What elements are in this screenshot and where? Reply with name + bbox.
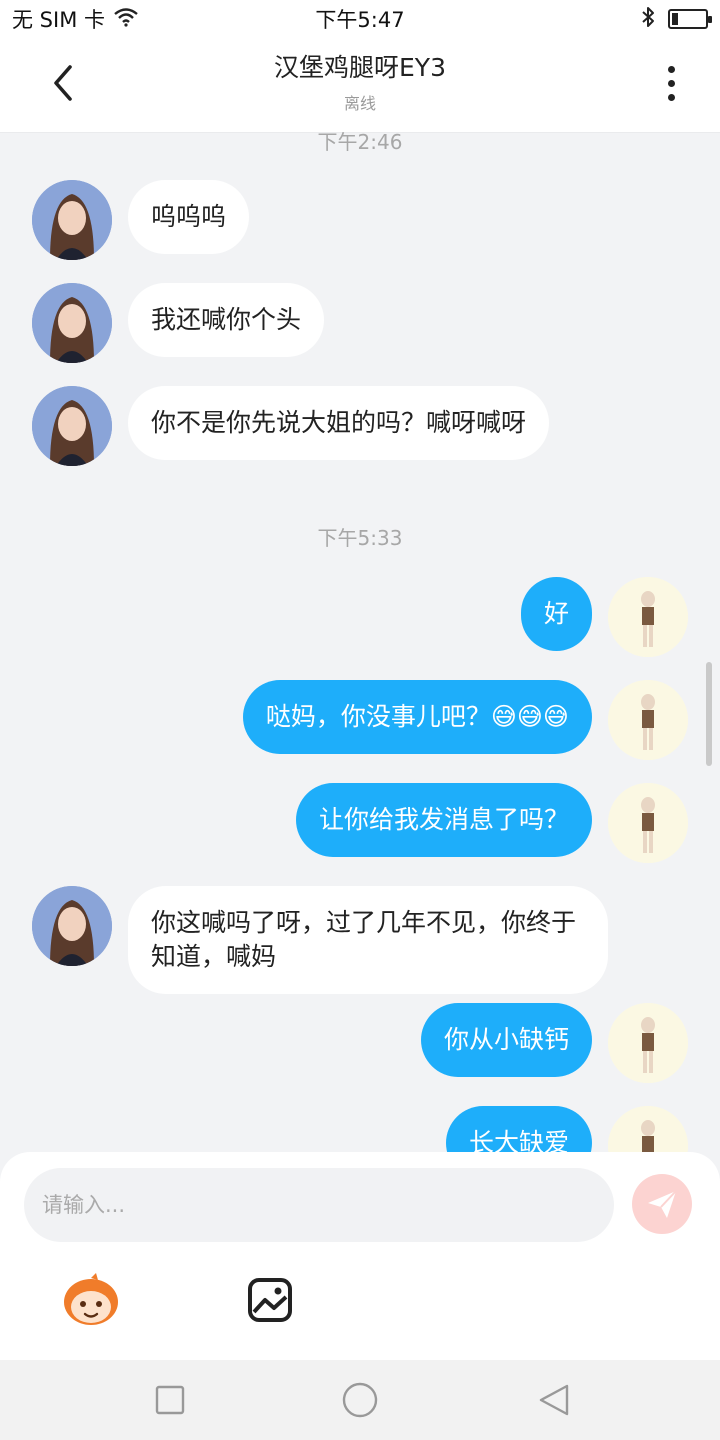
- status-right: [640, 6, 712, 33]
- my-avatar[interactable]: [608, 783, 688, 863]
- back-icon: [54, 65, 72, 101]
- message-bubble[interactable]: 好: [520, 577, 592, 651]
- more-icon-dot: [667, 93, 675, 101]
- my-avatar[interactable]: [608, 1003, 688, 1083]
- image-button[interactable]: [246, 1276, 294, 1324]
- message-bubble[interactable]: 你这喊吗了呀，过了几年不见，你终于知道，喊妈: [128, 886, 608, 994]
- home-button[interactable]: [340, 1380, 380, 1420]
- home-icon: [342, 1382, 378, 1418]
- contact-avatar[interactable]: [32, 386, 112, 466]
- message-bubble[interactable]: 长大缺爱: [445, 1106, 592, 1154]
- sticker-icon: [64, 1273, 118, 1325]
- message-bubble[interactable]: 你从小缺钙: [420, 1003, 592, 1077]
- my-avatar-image: [608, 577, 688, 657]
- battery-fill: [672, 13, 678, 25]
- my-avatar[interactable]: [608, 1106, 688, 1154]
- more-icon-dot: [667, 79, 675, 87]
- more-icon-dot: [667, 65, 675, 73]
- contact-avatar-image: [32, 386, 112, 466]
- image-icon: [248, 1278, 292, 1322]
- my-avatar[interactable]: [608, 680, 688, 760]
- time-label: 下午5:33: [317, 526, 403, 550]
- my-avatar-image: [608, 783, 688, 863]
- bluetooth-icon: [640, 6, 656, 33]
- carrier-label: 无 SIM 卡: [12, 8, 105, 32]
- back-nav-icon: [539, 1384, 569, 1416]
- message-bubble[interactable]: 我还喊你个头: [128, 283, 325, 357]
- contact-avatar[interactable]: [32, 886, 112, 966]
- back-button[interactable]: [40, 60, 86, 106]
- message-bubble[interactable]: 哒妈，你没事儿吧？😅😅😅: [242, 680, 592, 754]
- chat-header: 汉堡鸡腿呀EY3 离线: [0, 38, 720, 132]
- my-avatar-image: [608, 1003, 688, 1083]
- navigation-bar: [0, 1360, 720, 1440]
- my-avatar-image: [608, 1106, 688, 1154]
- title-block: 汉堡鸡腿呀EY3 离线: [274, 48, 446, 114]
- message-list[interactable]: 下午2:46 呜呜呜 我还喊你个头 你不是你先说大姐的吗？喊呀喊呀 下午5:33: [0, 132, 720, 1154]
- battery-icon: [668, 9, 712, 29]
- sticker-button[interactable]: [60, 1272, 122, 1328]
- back-nav-button[interactable]: [534, 1380, 574, 1420]
- contact-avatar-image: [32, 180, 112, 260]
- message-bubble[interactable]: 你不是你先说大姐的吗？喊呀喊呀: [128, 386, 550, 460]
- message-input[interactable]: [24, 1168, 614, 1242]
- send-button[interactable]: [632, 1174, 692, 1234]
- contact-avatar[interactable]: [32, 180, 112, 260]
- status-left: 无 SIM 卡: [12, 4, 139, 34]
- time-label: 下午2:46: [317, 132, 403, 154]
- message-bubble[interactable]: 呜呜呜: [128, 180, 250, 254]
- contact-name: 汉堡鸡腿呀EY3: [274, 53, 446, 82]
- my-avatar[interactable]: [608, 577, 688, 657]
- send-icon: [648, 1190, 677, 1218]
- wifi-icon: [113, 7, 139, 32]
- input-panel: [0, 1152, 720, 1360]
- contact-status: 离线: [343, 94, 376, 113]
- more-button[interactable]: [648, 60, 694, 106]
- status-bar: 无 SIM 卡 下午5:47: [0, 0, 720, 38]
- message-bubble[interactable]: 让你给我发消息了吗？: [295, 783, 592, 857]
- my-avatar-image: [608, 680, 688, 760]
- contact-avatar-image: [32, 886, 112, 966]
- contact-avatar[interactable]: [32, 283, 112, 363]
- contact-avatar-image: [32, 283, 112, 363]
- chat-scrollbar[interactable]: [706, 662, 712, 766]
- recent-apps-button[interactable]: [150, 1380, 190, 1420]
- recent-apps-icon: [155, 1385, 185, 1415]
